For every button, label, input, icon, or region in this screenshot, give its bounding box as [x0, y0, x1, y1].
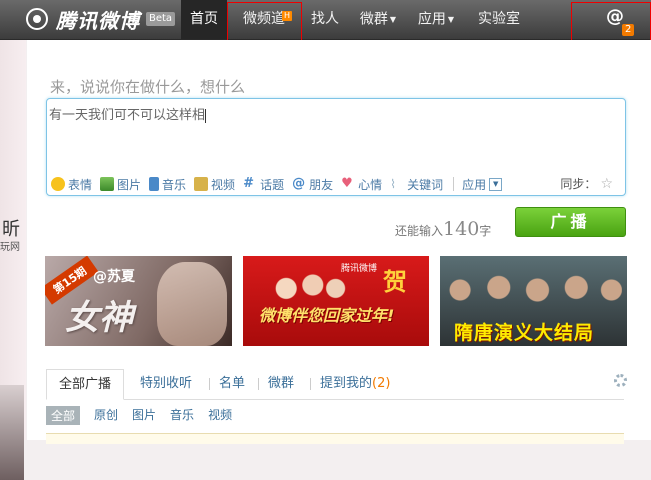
- sync-control[interactable]: 同步： ☆: [560, 175, 613, 192]
- tab-special-follow[interactable]: 特别收听: [140, 369, 192, 399]
- chevron-down-icon: ▼: [447, 15, 455, 24]
- subtab-video[interactable]: 视频: [208, 406, 232, 425]
- subtab-images[interactable]: 图片: [132, 406, 156, 425]
- banner-title: 隋唐演义大结局: [454, 322, 595, 344]
- main-panel: 来，说说你在做什么，想什么 有一天我们可不可以这样相 表情 图片 音乐 视频 #…: [27, 40, 651, 444]
- gear-icon[interactable]: [614, 374, 627, 387]
- top-nav: 腾讯微博 Beta 首页 微频道 H 找人 微群 ▼ 应用 ▼ 实验室 @ 2: [0, 0, 651, 40]
- tool-friend[interactable]: @ 朋友: [292, 176, 333, 193]
- text-cursor: [205, 108, 207, 123]
- tool-music[interactable]: 音乐: [149, 176, 186, 193]
- rss-icon: ⌇: [390, 177, 396, 191]
- composer-box[interactable]: 有一天我们可不可以这样相 表情 图片 音乐 视频 # 话题 @ 朋友 ♥ 心情 …: [46, 98, 626, 196]
- nav-item-home[interactable]: 首页: [181, 0, 227, 39]
- music-icon: [149, 177, 160, 191]
- nav-item-groups[interactable]: 微群 ▼: [352, 0, 404, 39]
- banner-drama[interactable]: 隋唐演义大结局: [440, 256, 627, 346]
- tab-divider: [310, 378, 311, 390]
- beta-badge: Beta: [146, 12, 176, 26]
- composer-prompt: 来，说说你在做什么，想什么: [50, 78, 246, 96]
- banner-title: 微博伴您回家过年!: [259, 306, 395, 325]
- star-icon[interactable]: ☆: [600, 176, 613, 192]
- nav-item-lab[interactable]: 实验室: [468, 0, 530, 39]
- heart-icon: ♥: [341, 176, 353, 191]
- tool-video[interactable]: 视频: [194, 176, 235, 193]
- logo-icon: [26, 8, 48, 30]
- banner-new-year[interactable]: 腾讯微博 贺 微博伴您回家过年!: [243, 256, 429, 346]
- chevron-down-icon: ▼: [389, 15, 397, 24]
- tool-keyword[interactable]: ⌇ 关键词: [390, 176, 443, 193]
- tab-lists[interactable]: 名单: [219, 369, 245, 399]
- at-icon: @: [292, 176, 306, 191]
- left-strip-photo: [0, 385, 24, 480]
- chevron-down-icon: ▼: [489, 177, 503, 191]
- nav-item-find-people[interactable]: 找人: [304, 0, 346, 39]
- remaining-count: 140: [443, 218, 480, 240]
- hash-icon: #: [243, 176, 254, 191]
- tool-apps[interactable]: 应用 ▼: [462, 176, 503, 193]
- subtab-original[interactable]: 原创: [94, 406, 118, 425]
- banner-people: [271, 268, 347, 302]
- subtab-music[interactable]: 音乐: [170, 406, 194, 425]
- subtab-all[interactable]: 全部: [46, 406, 81, 425]
- tab-divider: [258, 378, 259, 390]
- banner-goddess[interactable]: 第15期 @苏夏 女神: [45, 256, 232, 346]
- composer-toolbar: 表情 图片 音乐 视频 # 话题 @ 朋友 ♥ 心情 ⌇ 关键词 应用 ▼: [51, 175, 510, 193]
- tool-topic[interactable]: # 话题: [243, 176, 284, 193]
- tab-groups[interactable]: 微群: [268, 369, 294, 399]
- nav-item-apps[interactable]: 应用 ▼: [410, 0, 462, 39]
- feed-subtabs: 全部 原创 图片 音乐 视频: [46, 406, 246, 425]
- banner-gold-glyph: 贺: [383, 268, 407, 296]
- feed-notice-bar: [46, 433, 624, 444]
- char-counter: 还能输入140字: [395, 218, 492, 240]
- brand-name: 腾讯微博: [56, 8, 140, 33]
- banner-cast: [446, 264, 622, 316]
- banner-portrait: [157, 262, 227, 346]
- tab-mentions[interactable]: 提到我的(2): [320, 369, 390, 399]
- broadcast-button[interactable]: 广播: [515, 207, 626, 237]
- toolbar-divider: [453, 177, 455, 191]
- left-strip-small-text: 玩网: [0, 242, 20, 253]
- banner-title: 女神: [65, 298, 133, 338]
- tool-image[interactable]: 图片: [100, 176, 141, 193]
- tool-emoticon[interactable]: 表情: [51, 176, 92, 193]
- image-icon: [100, 177, 115, 191]
- composer-input[interactable]: 有一天我们可不可以这样相: [49, 104, 207, 123]
- smile-icon: [51, 177, 65, 191]
- banner-name: @苏夏: [93, 269, 135, 285]
- video-icon: [194, 177, 209, 191]
- tab-divider: [209, 378, 210, 390]
- tool-mood[interactable]: ♥ 心情: [341, 176, 382, 193]
- feed-tabs: 全部广播 特别收听 名单 微群 提到我的(2): [46, 369, 624, 400]
- tab-all-broadcasts[interactable]: 全部广播: [46, 369, 125, 400]
- left-strip: 昕 玩网: [0, 40, 26, 480]
- mentions-count: (2): [372, 376, 391, 391]
- logo[interactable]: 腾讯微博 Beta: [26, 6, 176, 33]
